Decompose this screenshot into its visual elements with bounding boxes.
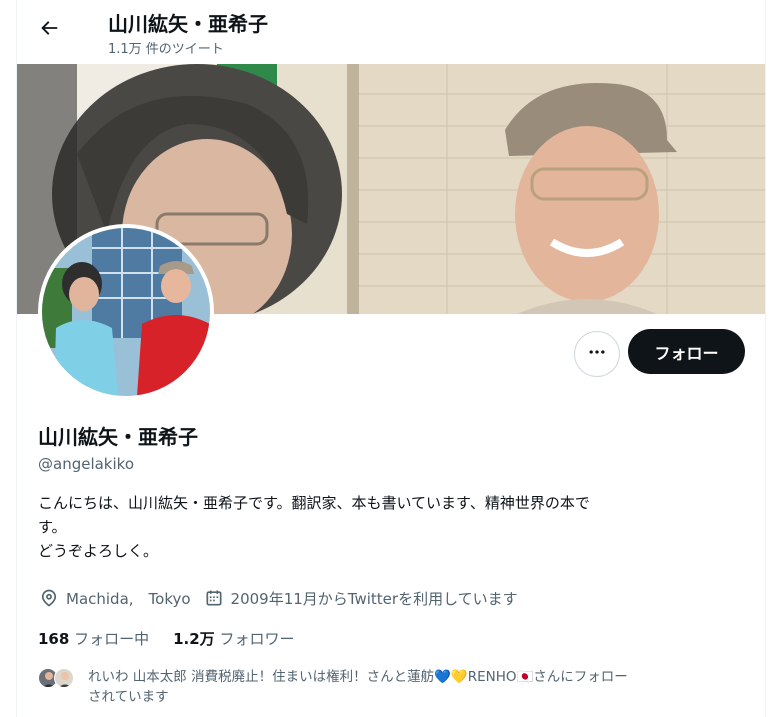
profile-page: 山川紘矢・亜希子 1.1万 件のツイート フォロー 山川紘矢・亜希子 @ange… — [16, 0, 766, 717]
arrow-left-icon — [38, 17, 60, 43]
bio-line: こんにちは、山川紘矢・亜希子です。翻訳家、本も書いています、精神世界の本で — [38, 494, 590, 512]
header-title: 山川紘矢・亜希子 — [108, 12, 268, 36]
joined-text: 2009年11月からTwitterを利用しています — [230, 589, 518, 608]
profile-meta: Machida, Tokyo 2009年11月からTwitterを利用しています — [38, 586, 530, 610]
location-text: Machida, Tokyo — [66, 589, 191, 608]
more-horizontal-icon — [587, 342, 607, 366]
more-options-button[interactable] — [574, 331, 620, 377]
followed-by-text: れいわ 山本太郎 消費税廃止！住まいは権利！さんと蓮舫💙💛RENHO🇯🇵さんにフ… — [88, 667, 628, 707]
calendar-icon — [203, 587, 225, 609]
following-label: フォロー中 — [74, 630, 150, 648]
profile-name: 山川紘矢・亜希子 — [38, 425, 198, 449]
followed-by-line: されています — [88, 689, 169, 705]
profile-handle: @angelakiko — [38, 455, 134, 473]
followers-link[interactable]: 1.2万 フォロワー — [173, 628, 294, 649]
followers-count: 1.2万 — [173, 630, 215, 648]
followed-by-avatars — [38, 668, 80, 690]
following-count: 168 — [38, 630, 70, 648]
back-button[interactable] — [31, 12, 67, 48]
top-bar: 山川紘矢・亜希子 1.1万 件のツイート — [17, 0, 765, 64]
tweet-count: 1.1万 件のツイート — [108, 42, 224, 57]
follow-button[interactable]: フォロー — [628, 329, 745, 374]
bio-line: す。 — [38, 518, 67, 536]
location-pin-icon — [38, 587, 60, 609]
joined-item: 2009年11月からTwitterを利用しています — [203, 587, 518, 609]
bio-line: どうぞよろしく。 — [38, 542, 159, 560]
follower-avatar — [54, 668, 74, 688]
profile-bio: こんにちは、山川紘矢・亜希子です。翻訳家、本も書いています、精神世界の本で す。… — [38, 491, 738, 563]
followed-by[interactable]: れいわ 山本太郎 消費税廃止！住まいは権利！さんと蓮舫💙💛RENHO🇯🇵さんにフ… — [38, 667, 748, 707]
profile-stats: 168 フォロー中 1.2万 フォロワー — [38, 628, 318, 649]
location-item: Machida, Tokyo — [38, 587, 191, 609]
followed-by-line: れいわ 山本太郎 消費税廃止！住まいは権利！さんと蓮舫💙💛RENHO🇯🇵さんにフ… — [88, 669, 628, 685]
followers-label: フォロワー — [219, 630, 295, 648]
profile-avatar[interactable] — [38, 224, 214, 400]
following-link[interactable]: 168 フォロー中 — [38, 628, 149, 649]
